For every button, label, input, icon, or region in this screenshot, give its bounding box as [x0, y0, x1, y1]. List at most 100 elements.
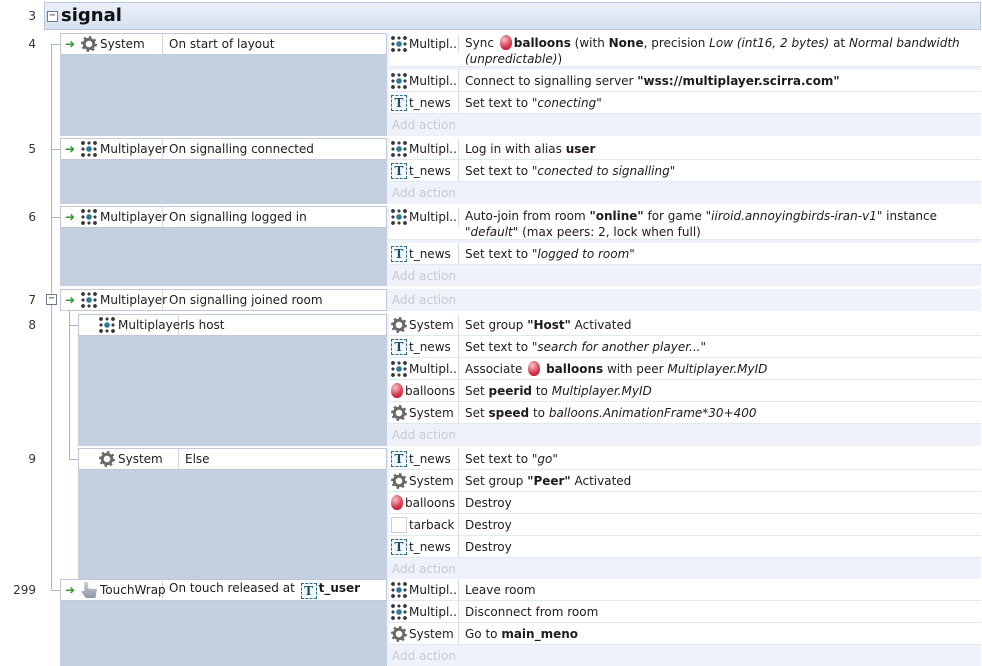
text-object-icon: T [391, 245, 407, 262]
action-object: Multipl... [389, 601, 459, 622]
action-text-part: Activated [570, 317, 632, 332]
condition-on-start-of-layout[interactable]: ➜ System On start of layout [60, 33, 387, 55]
event-7-actions [387, 289, 981, 311]
action-text: Set text to "go" [459, 451, 558, 467]
action-set-peerid[interactable]: balloons Set peerid to Multiplayer.MyID [389, 380, 981, 402]
action-object-label: t_news [409, 163, 451, 178]
action-set-group-peer[interactable]: System Set group "Peer" Activated [389, 470, 981, 492]
multiplayer-icon [391, 36, 407, 52]
action-set-group-host[interactable]: System Set group "Host" Activated [389, 314, 981, 336]
action-object: Multipl... [389, 358, 459, 379]
action-object: tarback [389, 514, 459, 535]
condition-on-signalling-joined-room[interactable]: ➜ Multiplayer On signalling joined room [60, 289, 387, 311]
action-param: "Peer" [527, 473, 571, 488]
action-text: Leave room [465, 582, 536, 597]
action-set-text[interactable]: Tt_news Set text to "conecting" [389, 92, 981, 114]
action-set-text[interactable]: Tt_news Set text to "go" [389, 448, 981, 470]
condition-on-signalling-connected[interactable]: ➜ Multiplayer On signalling connected [60, 138, 387, 160]
add-action-link[interactable]: Add action [392, 289, 456, 311]
action-param: "conecting" [531, 95, 602, 110]
action-set-text[interactable]: Tt_news Set text to "logged to room" [389, 243, 981, 265]
action-param: "Host" [527, 317, 571, 332]
action-go-to-layout[interactable]: System Go to main_meno [389, 623, 981, 645]
condition-object: Multiplayer [79, 139, 167, 159]
system-gear-icon [391, 316, 407, 333]
condition-object: System [79, 34, 163, 54]
trigger-arrow-icon: ➜ [65, 293, 76, 307]
add-action-link[interactable]: Add action [392, 182, 456, 204]
action-associate[interactable]: Multipl... Associate balloons with peer … [389, 358, 981, 380]
action-object-label: Multipl... [409, 73, 459, 88]
action-sync[interactable]: Multipl... Sync balloons (with None, pre… [389, 33, 981, 67]
condition-object-label: TouchWrap [100, 583, 166, 597]
balloons-icon [499, 35, 512, 50]
action-text: Set speed to balloons.AnimationFrame*30+… [459, 405, 757, 421]
sprite-blank-icon [391, 516, 407, 533]
line-number-3: 3 [28, 9, 36, 23]
action-text-part: with peer [603, 361, 668, 376]
action-text: Go to main_meno [459, 626, 578, 642]
condition-on-touch-released[interactable]: ➜ TouchWrap On touch released at Tt_user [60, 579, 387, 601]
add-action-link[interactable]: Add action [392, 265, 456, 287]
action-connect-signalling[interactable]: Multipl... Connect to signalling server … [389, 70, 981, 92]
condition-text: Is host [185, 318, 225, 332]
action-destroy-t-news[interactable]: Tt_news Destroy [389, 536, 981, 558]
condition-on-signalling-logged-in[interactable]: ➜ Multiplayer On signalling logged in [60, 206, 387, 228]
line-number-7: 7 [28, 293, 36, 307]
action-disconnect[interactable]: Multipl... Disconnect from room [389, 601, 981, 623]
collapse-group-button[interactable]: − [47, 11, 58, 22]
action-text-part: to [529, 405, 549, 420]
add-action-link[interactable]: Add action [392, 645, 456, 666]
add-action-link[interactable]: Add action [392, 424, 456, 446]
action-set-speed[interactable]: System Set speed to balloons.AnimationFr… [389, 402, 981, 424]
condition-object-label: Multiplayer [100, 142, 168, 156]
condition-object: Multiplayer [79, 290, 167, 310]
action-text: Destroy [465, 539, 512, 554]
action-text-part: (max peers: 2, lock when full) [518, 225, 701, 239]
tree-branch [51, 590, 60, 591]
condition-object: Multiplayer [79, 207, 167, 227]
group-signal[interactable]: − signal [44, 2, 981, 30]
action-text: Destroy [465, 517, 512, 532]
add-action-link[interactable]: Add action [392, 114, 456, 136]
action-object-label: System [409, 405, 454, 420]
action-object: System [389, 623, 459, 644]
multiplayer-icon [391, 603, 407, 620]
tree-branch [51, 217, 60, 218]
multiplayer-icon [81, 141, 97, 157]
trigger-arrow-icon: ➜ [65, 210, 76, 224]
add-action-link[interactable]: Add action [392, 558, 456, 580]
line-number-4: 4 [28, 37, 36, 51]
collapse-event-button[interactable]: − [46, 294, 57, 305]
condition-text: On touch released at Tt_user [163, 581, 360, 599]
touch-hand-icon [81, 582, 97, 598]
action-log-in[interactable]: Multipl... Log in with alias user [389, 138, 981, 160]
trigger-arrow-icon: ➜ [65, 37, 76, 51]
action-auto-join[interactable]: Multipl... Auto-join from room "online" … [389, 206, 981, 240]
action-object-label: Multipl... [409, 361, 459, 376]
action-set-text[interactable]: Tt_news Set text to "search for another … [389, 336, 981, 358]
action-text-part: to [532, 383, 552, 398]
action-text-part: ) [557, 52, 563, 66]
action-object-label: System [409, 473, 454, 488]
action-object: System [389, 402, 459, 423]
action-set-text[interactable]: Tt_news Set text to "conected to signall… [389, 160, 981, 182]
condition-else[interactable]: System Else [78, 448, 387, 470]
condition-is-host[interactable]: Multiplayer Is host [78, 314, 387, 336]
action-object-label: System [409, 317, 454, 332]
line-number-5: 5 [28, 142, 36, 156]
action-leave-room[interactable]: Multipl... Leave room [389, 579, 981, 601]
action-param: "online" [589, 209, 644, 223]
action-text: Associate balloons with peer Multiplayer… [459, 360, 767, 377]
tree-branch [69, 459, 78, 460]
action-text: Connect to signalling server "wss://mult… [459, 73, 840, 89]
action-text: Log in with alias user [459, 141, 595, 157]
group-title: signal [61, 5, 122, 26]
action-object: Tt_news [389, 92, 459, 113]
tree-branch [51, 149, 60, 150]
action-destroy-balloons[interactable]: balloons Destroy [389, 492, 981, 514]
action-text-part: Activated [570, 473, 632, 488]
action-text-part: Associate [465, 361, 527, 376]
action-destroy-tarback[interactable]: tarback Destroy [389, 514, 981, 536]
tree-line [69, 308, 70, 460]
